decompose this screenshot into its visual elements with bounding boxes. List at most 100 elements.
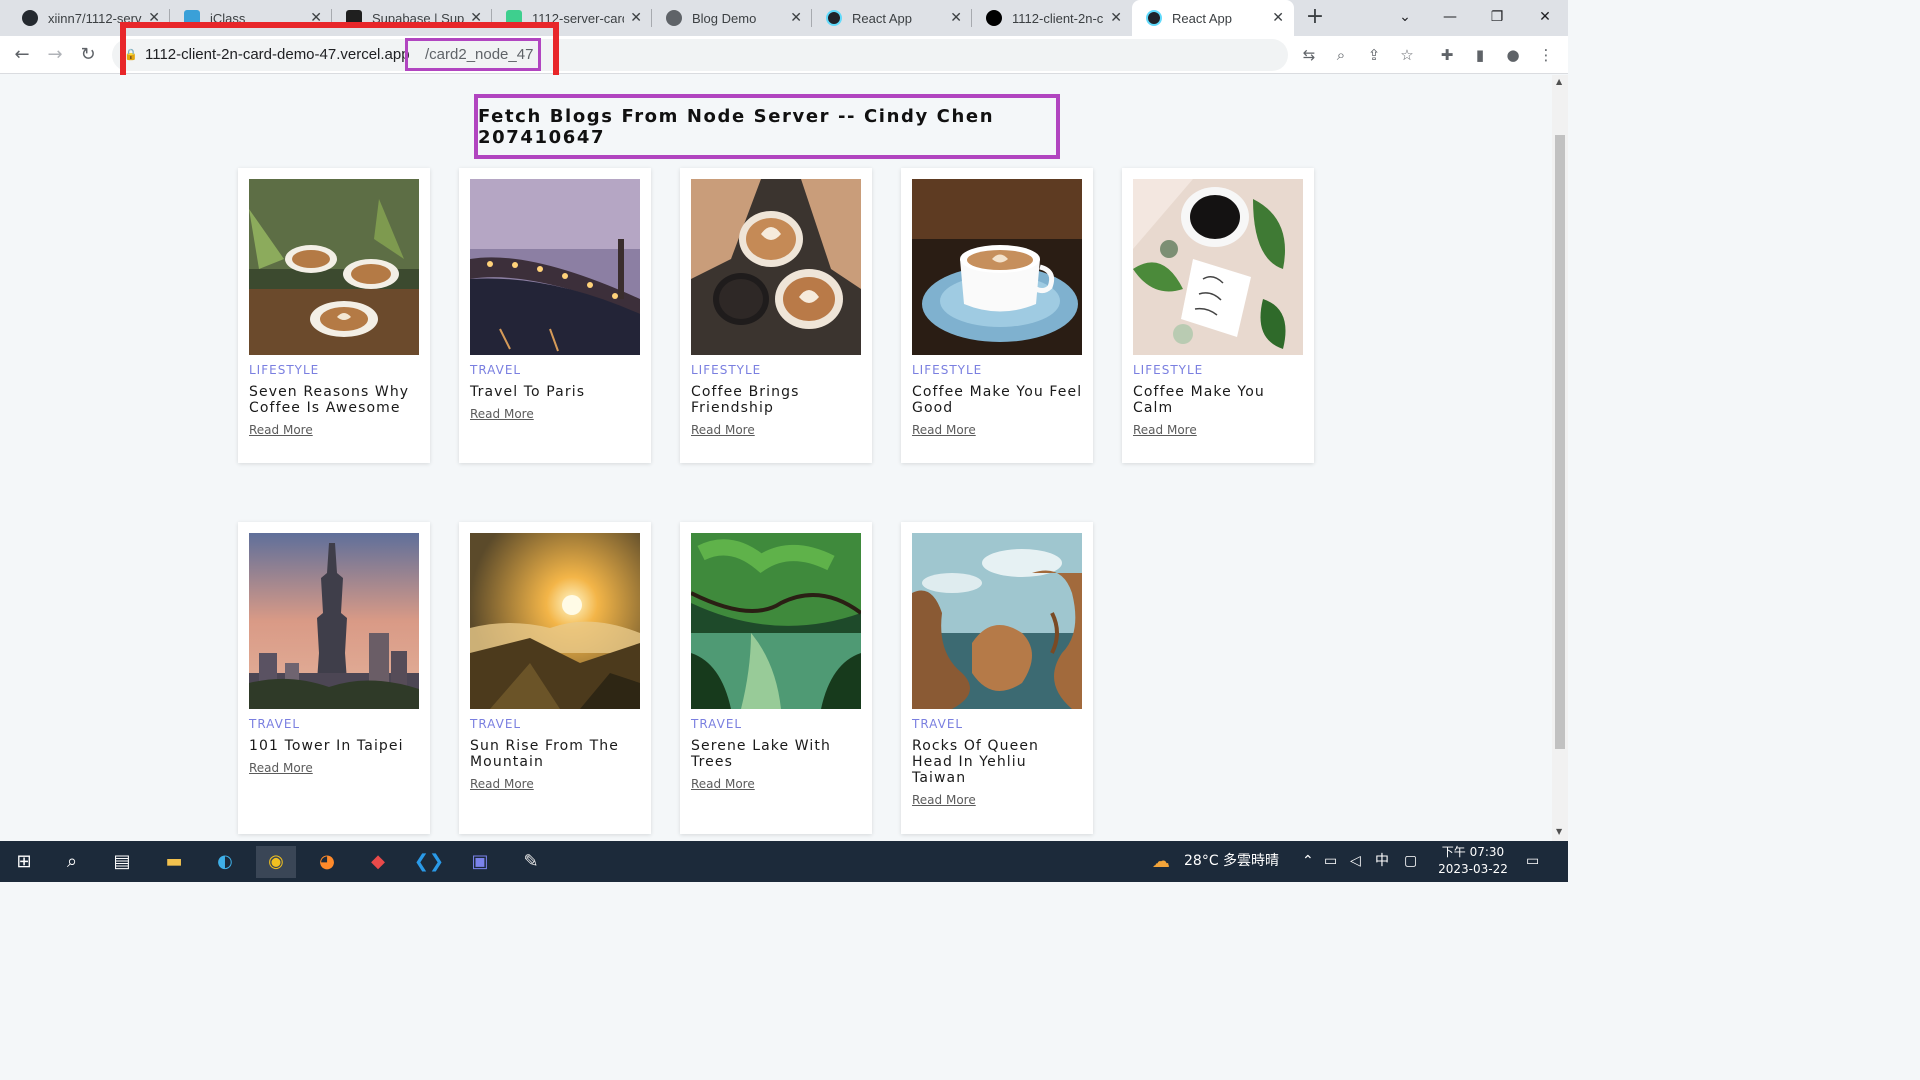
paint-app-icon[interactable]: ✎ [511,846,551,878]
back-arrow-icon[interactable]: ← [8,41,36,69]
close-window-button[interactable]: ✕ [1530,4,1560,30]
scroll-up-arrow-icon[interactable]: ▲ [1556,77,1562,86]
card-category: TRAVEL [691,717,743,731]
blog-card-image [691,533,861,709]
forward-arrow-icon[interactable]: → [41,41,69,69]
volume-muted-icon[interactable]: ◁ [1350,841,1361,882]
weather-icon[interactable]: ☁ [1152,841,1170,882]
blog-card-image [470,179,640,355]
card-title: Sun Rise From The Mountain [470,738,619,770]
firefox-browser-icon[interactable]: ◕ [307,846,347,878]
page-heading: Fetch Blogs From Node Server -- Cindy Ch… [478,105,995,148]
card-category: TRAVEL [912,717,964,731]
card-title: Coffee Brings Friendship [691,384,800,416]
close-tab-icon[interactable]: ✕ [1272,10,1284,26]
tab-react-app-active[interactable]: React App ✕ [1132,0,1294,36]
tab-search-icon[interactable]: ⌄ [1390,4,1420,30]
minimize-button[interactable]: — [1435,4,1465,30]
card-title: Rocks Of Queen Head In Yehliu Taiwan [912,738,1040,786]
blog-card: TRAVEL Serene Lake With Trees Read More [680,522,872,834]
extensions-icon[interactable]: ✚ [1436,44,1458,66]
blog-card-image [1133,179,1303,355]
page-scrollbar[interactable]: ▲ ▼ [1552,75,1568,841]
start-windows-icon[interactable]: ⊞ [4,846,44,878]
card-category: TRAVEL [249,717,301,731]
tab-title: React App [1172,10,1232,26]
card-category: LIFESTYLE [912,363,983,377]
card-title: Travel To Paris [470,384,586,400]
scrollbar-thumb[interactable] [1555,135,1565,749]
new-tab-button[interactable]: + [1303,6,1327,30]
clock-time: 下午 07:30 [1441,845,1505,859]
github-icon [22,10,38,26]
read-more-link[interactable]: Read More [470,777,534,791]
page-viewport: Fetch Blogs From Node Server -- Cindy Ch… [0,75,1552,841]
scroll-down-arrow-icon[interactable]: ▼ [1556,827,1562,836]
tab-react-app[interactable]: React App ✕ [812,0,972,36]
translate-icon[interactable]: ⇆ [1298,44,1320,66]
profile-avatar-icon[interactable]: ● [1502,44,1524,66]
close-tab-icon[interactable]: ✕ [790,10,802,26]
bookmark-star-icon[interactable]: ☆ [1396,44,1418,66]
read-more-link[interactable]: Read More [912,423,976,437]
blog-card-image [912,179,1082,355]
restore-button[interactable]: ❐ [1482,4,1512,30]
weather-text[interactable]: 28°C 多雲時晴 [1184,841,1279,882]
read-more-link[interactable]: Read More [249,761,313,775]
clock-date: 2023-03-22 [1438,862,1508,876]
blog-card: LIFESTYLE Coffee Make You Feel Good Read… [901,168,1093,463]
card-title: 101 Tower In Taipei [249,738,404,754]
card-title: Serene Lake With Trees [691,738,831,770]
card-category: TRAVEL [470,717,522,731]
read-more-link[interactable]: Read More [912,793,976,807]
git-client-icon[interactable]: ◆ [358,846,398,878]
vercel-icon [986,10,1002,26]
blog-card: TRAVEL Rocks Of Queen Head In Yehliu Tai… [901,522,1093,834]
tray-overflow-icon[interactable]: ⌃ [1302,841,1314,882]
menu-kebab-icon[interactable]: ⋮ [1535,44,1557,66]
blog-card: TRAVEL 101 Tower In Taipei Read More [238,522,430,834]
tab-title: 1112-client-2n-c [1012,10,1104,26]
share-icon[interactable]: ⇪ [1363,44,1385,66]
card-category: TRAVEL [470,363,522,377]
blog-card-image [470,533,640,709]
blog-card: LIFESTYLE Seven Reasons Why Coffee Is Aw… [238,168,430,463]
blog-card: TRAVEL Travel To Paris Read More [459,168,651,463]
blog-card: LIFESTYLE Coffee Make You Calm Read More [1122,168,1314,463]
close-tab-icon[interactable]: ✕ [1110,10,1122,26]
close-tab-icon[interactable]: ✕ [950,10,962,26]
card-title: Coffee Make You Feel Good [912,384,1083,416]
edge-browser-icon[interactable]: ◐ [205,846,245,878]
read-more-link[interactable]: Read More [249,423,313,437]
annotation-box-path [405,38,541,71]
globe-icon [666,10,682,26]
read-more-link[interactable]: Read More [1133,423,1197,437]
card-title: Seven Reasons Why Coffee Is Awesome [249,384,410,416]
blog-card-image [691,179,861,355]
card-category: LIFESTYLE [1133,363,1204,377]
tab-client-2n[interactable]: 1112-client-2n-c ✕ [972,0,1132,36]
card-category: LIFESTYLE [249,363,320,377]
network-icon[interactable]: ▭ [1324,841,1337,882]
ime-mode-icon[interactable]: ▢ [1404,841,1417,882]
teams-icon[interactable]: ▣ [460,846,500,878]
file-explorer-icon[interactable]: ▬ [154,846,194,878]
notifications-icon[interactable]: ▭ [1526,841,1539,882]
vscode-icon[interactable]: ❮❯ [409,846,449,878]
reload-icon[interactable]: ↻ [74,41,102,69]
search-icon[interactable]: ⌕ [52,846,92,878]
read-more-link[interactable]: Read More [691,423,755,437]
task-view-icon[interactable]: ▤ [102,846,142,878]
side-panel-icon[interactable]: ▮ [1469,44,1491,66]
close-tab-icon[interactable]: ✕ [630,10,642,26]
ime-indicator[interactable]: 中 [1375,841,1389,882]
taskbar-clock[interactable]: 下午 07:30 2023-03-22 [1436,844,1510,878]
tab-title: Blog Demo [692,10,757,26]
tab-blog-demo[interactable]: Blog Demo ✕ [652,0,812,36]
read-more-link[interactable]: Read More [470,407,534,421]
read-more-link[interactable]: Read More [691,777,755,791]
react-icon [826,10,842,26]
blog-card-image [912,533,1082,709]
chrome-browser-icon[interactable]: ◉ [256,846,296,878]
zoom-icon[interactable]: ⌕ [1330,44,1352,66]
